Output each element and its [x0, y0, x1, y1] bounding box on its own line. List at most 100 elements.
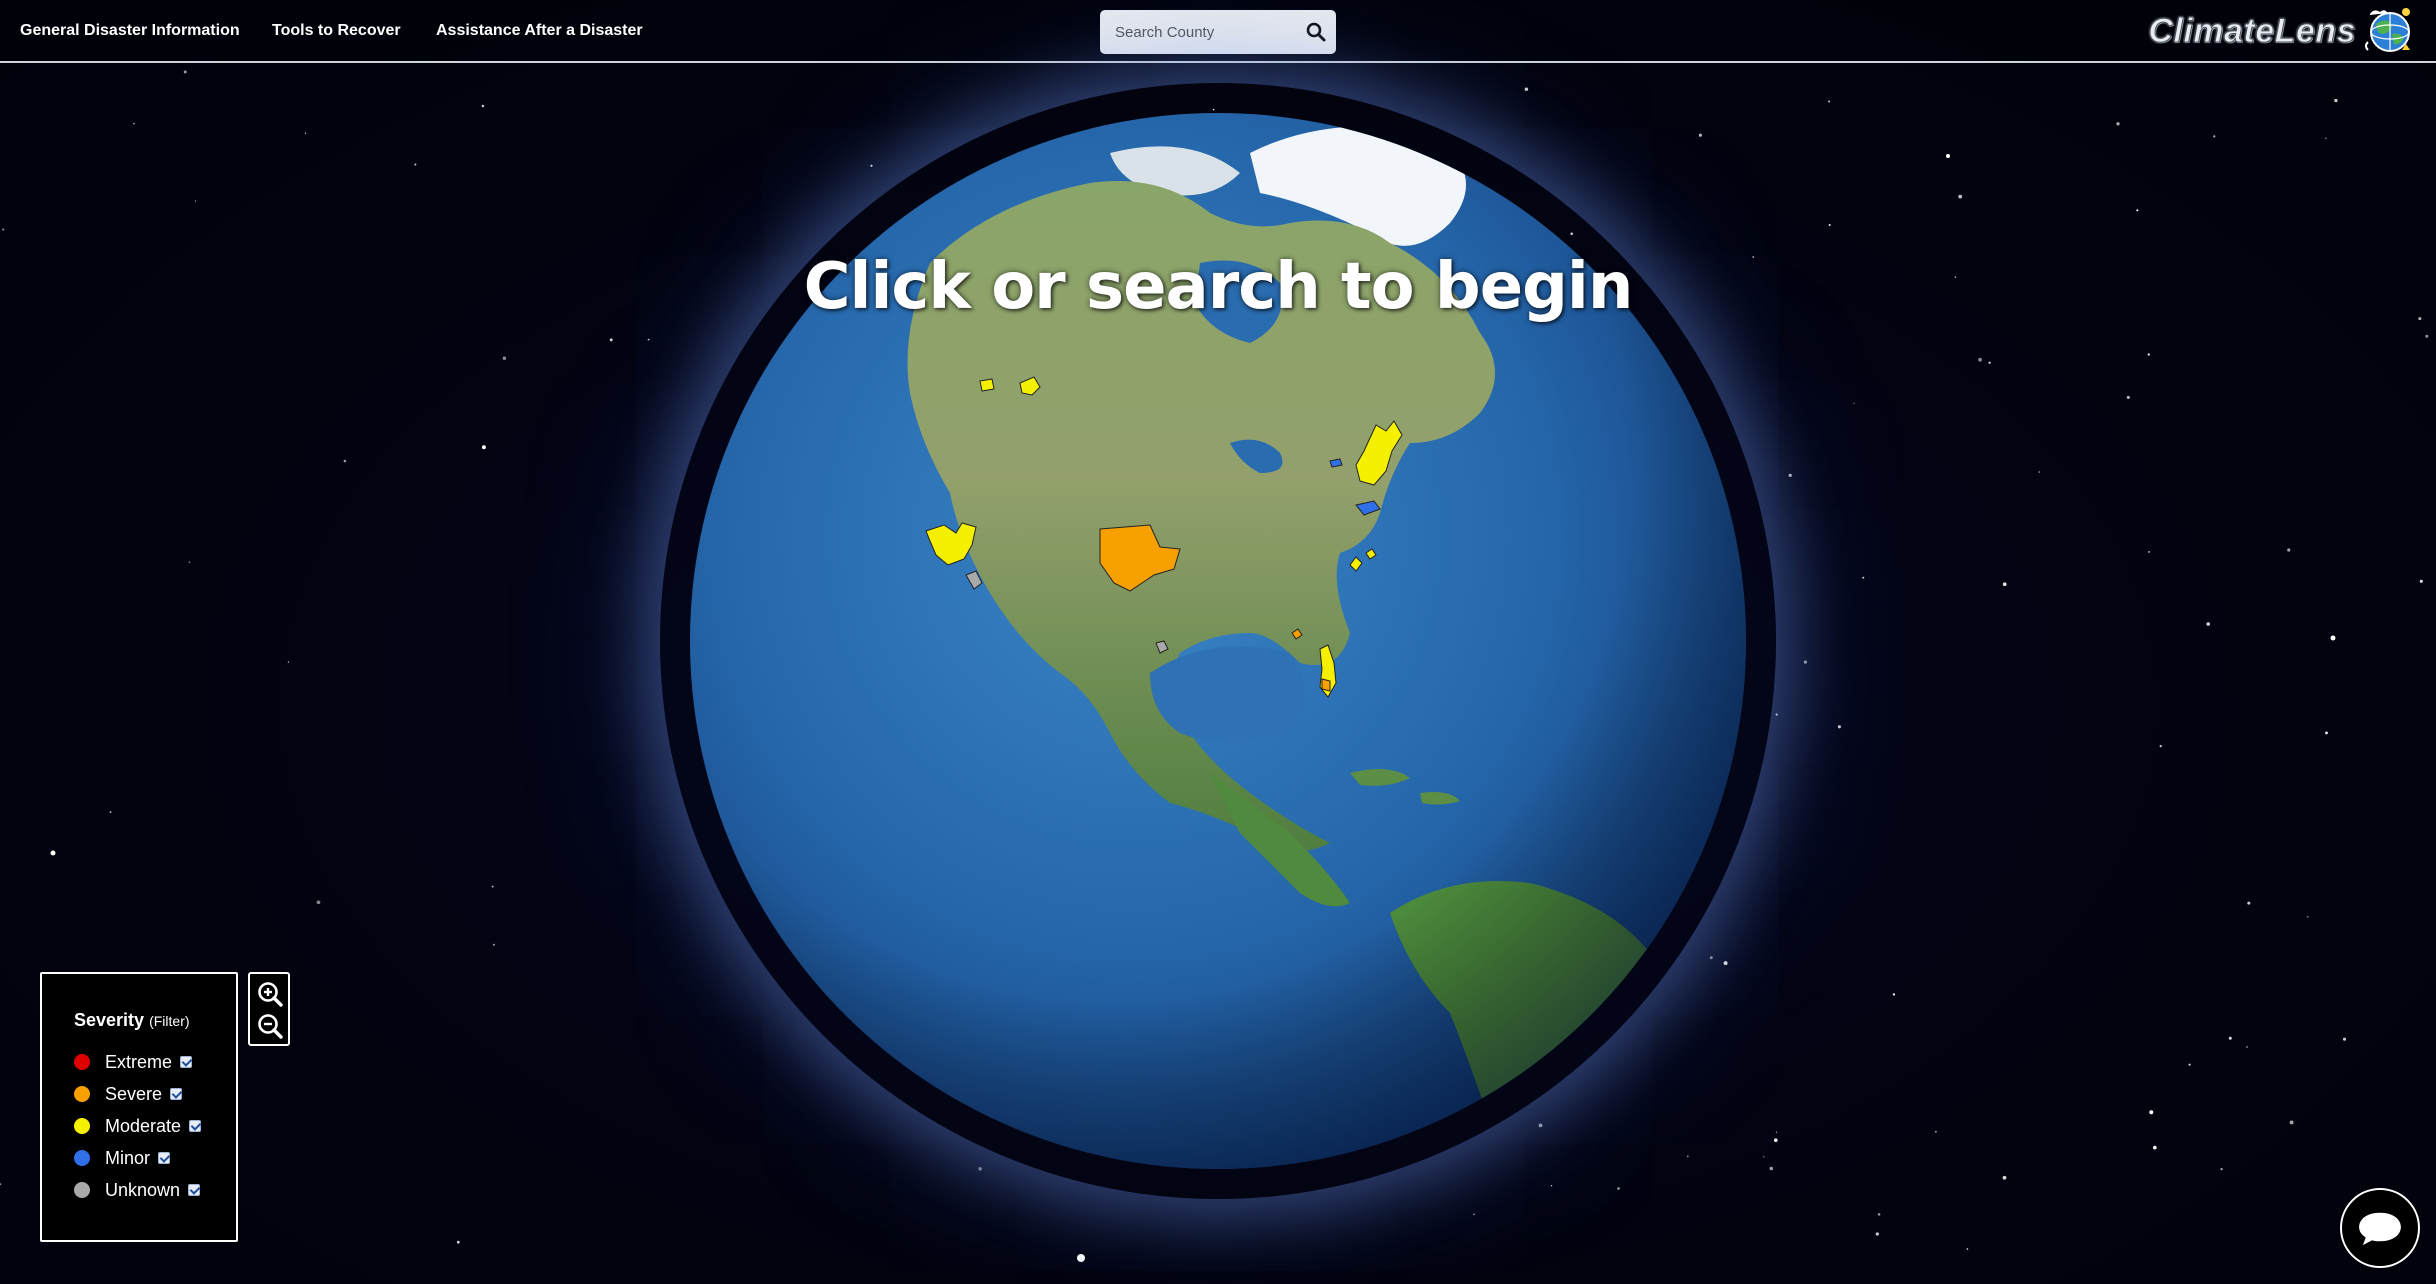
star [316, 900, 321, 905]
county-search [1100, 10, 1336, 54]
star [491, 885, 494, 888]
chat-bubble-icon [2359, 1212, 2401, 1246]
brand-wordmark: ClimateLens [2148, 11, 2356, 50]
star [1775, 1131, 1778, 1133]
star [194, 200, 197, 202]
star [2, 228, 5, 231]
nav-tools-to-recover[interactable]: Tools to Recover [272, 22, 401, 40]
severity-dot-minor [74, 1150, 90, 1166]
star [1550, 1185, 1553, 1187]
star [2287, 548, 2291, 552]
star [343, 459, 347, 463]
star [1803, 660, 1807, 664]
star [2136, 209, 2139, 212]
filter-checkbox-moderate[interactable] [189, 1120, 202, 1132]
star [2116, 122, 2120, 126]
legend-title: Severity (Filter) [74, 1010, 190, 1031]
headline-prompt: Click or search to begin [803, 250, 1634, 324]
zoom-controls [248, 972, 290, 1046]
star [2306, 915, 2309, 918]
legend-label: Unknown [105, 1179, 181, 1200]
star [1877, 1213, 1881, 1216]
star [456, 1240, 460, 1244]
star [2002, 1175, 2007, 1180]
star [492, 943, 495, 946]
star [1473, 1213, 1475, 1216]
search-icon[interactable] [1304, 20, 1328, 44]
star [2330, 635, 2336, 641]
star [481, 104, 485, 108]
star [109, 811, 112, 814]
star [609, 338, 613, 342]
star [2325, 137, 2327, 140]
legend-label: Severe [105, 1083, 163, 1104]
star [133, 122, 135, 125]
star [1774, 1138, 1778, 1142]
star [1788, 473, 1792, 478]
star [2425, 334, 2429, 338]
severity-dot-unknown [74, 1182, 90, 1198]
star [2152, 1145, 2157, 1150]
star [287, 661, 289, 663]
star [2334, 98, 2338, 103]
star [1892, 993, 1896, 996]
star [50, 850, 56, 856]
star [1828, 100, 1831, 103]
star [2228, 1036, 2232, 1040]
star [1946, 154, 1950, 158]
severity-dot-severe [74, 1086, 90, 1102]
star [2342, 1037, 2347, 1041]
map-viewport[interactable]: General Disaster Information Tools to Re… [0, 0, 2436, 1284]
star [2002, 582, 2007, 587]
legend-label: Minor [105, 1147, 151, 1168]
legend-item-extreme[interactable]: Extreme [74, 1050, 193, 1074]
star [1966, 1248, 1969, 1250]
star [1617, 1187, 1620, 1190]
star [2147, 353, 2150, 356]
star [1769, 1166, 1774, 1171]
star [2126, 395, 2130, 399]
star [2220, 1167, 2223, 1171]
filter-checkbox-severe[interactable] [170, 1088, 183, 1100]
star [304, 132, 307, 134]
star [2188, 1063, 2191, 1066]
top-nav-bar: General Disaster Information Tools to Re… [0, 0, 2436, 63]
star [2289, 1120, 2294, 1125]
legend-item-minor[interactable]: Minor [74, 1146, 171, 1170]
star [2206, 622, 2211, 626]
severity-dot-extreme [74, 1054, 90, 1070]
filter-checkbox-unknown[interactable] [188, 1184, 201, 1196]
zoom-out-icon[interactable] [256, 1012, 284, 1040]
star [2247, 901, 2251, 905]
chat-button[interactable] [2340, 1188, 2420, 1268]
legend-subtitle: (Filter) [149, 1013, 190, 1029]
legend-title-text: Severity [74, 1010, 145, 1030]
star [2038, 471, 2041, 473]
search-input[interactable] [1100, 10, 1305, 54]
severity-legend: Severity (Filter) Extreme Severe Moderat… [40, 972, 238, 1242]
legend-item-severe[interactable]: Severe [74, 1082, 183, 1106]
filter-checkbox-minor[interactable] [158, 1152, 171, 1164]
star [0, 1183, 2, 1186]
filter-checkbox-extreme[interactable] [180, 1056, 193, 1068]
star [1875, 1232, 1879, 1236]
star [188, 561, 191, 564]
zoom-in-icon[interactable] [256, 980, 284, 1008]
star [2148, 550, 2151, 553]
star [2159, 745, 2162, 748]
brand[interactable]: ClimateLens [2148, 8, 2418, 54]
star [647, 338, 650, 341]
nav-general-disaster-info[interactable]: General Disaster Information [20, 22, 240, 40]
globe-logo-icon [2365, 8, 2410, 52]
star [502, 356, 507, 360]
star [1775, 713, 1778, 716]
star [414, 163, 417, 166]
star [1837, 725, 1841, 729]
star [1935, 1131, 1937, 1133]
legend-item-unknown[interactable]: Unknown [74, 1178, 201, 1202]
star [1524, 87, 1529, 92]
nav-assistance-after-disaster[interactable]: Assistance After a Disaster [436, 22, 643, 40]
star [1978, 357, 1982, 362]
star [2149, 1110, 2154, 1115]
legend-item-moderate[interactable]: Moderate [74, 1114, 202, 1138]
